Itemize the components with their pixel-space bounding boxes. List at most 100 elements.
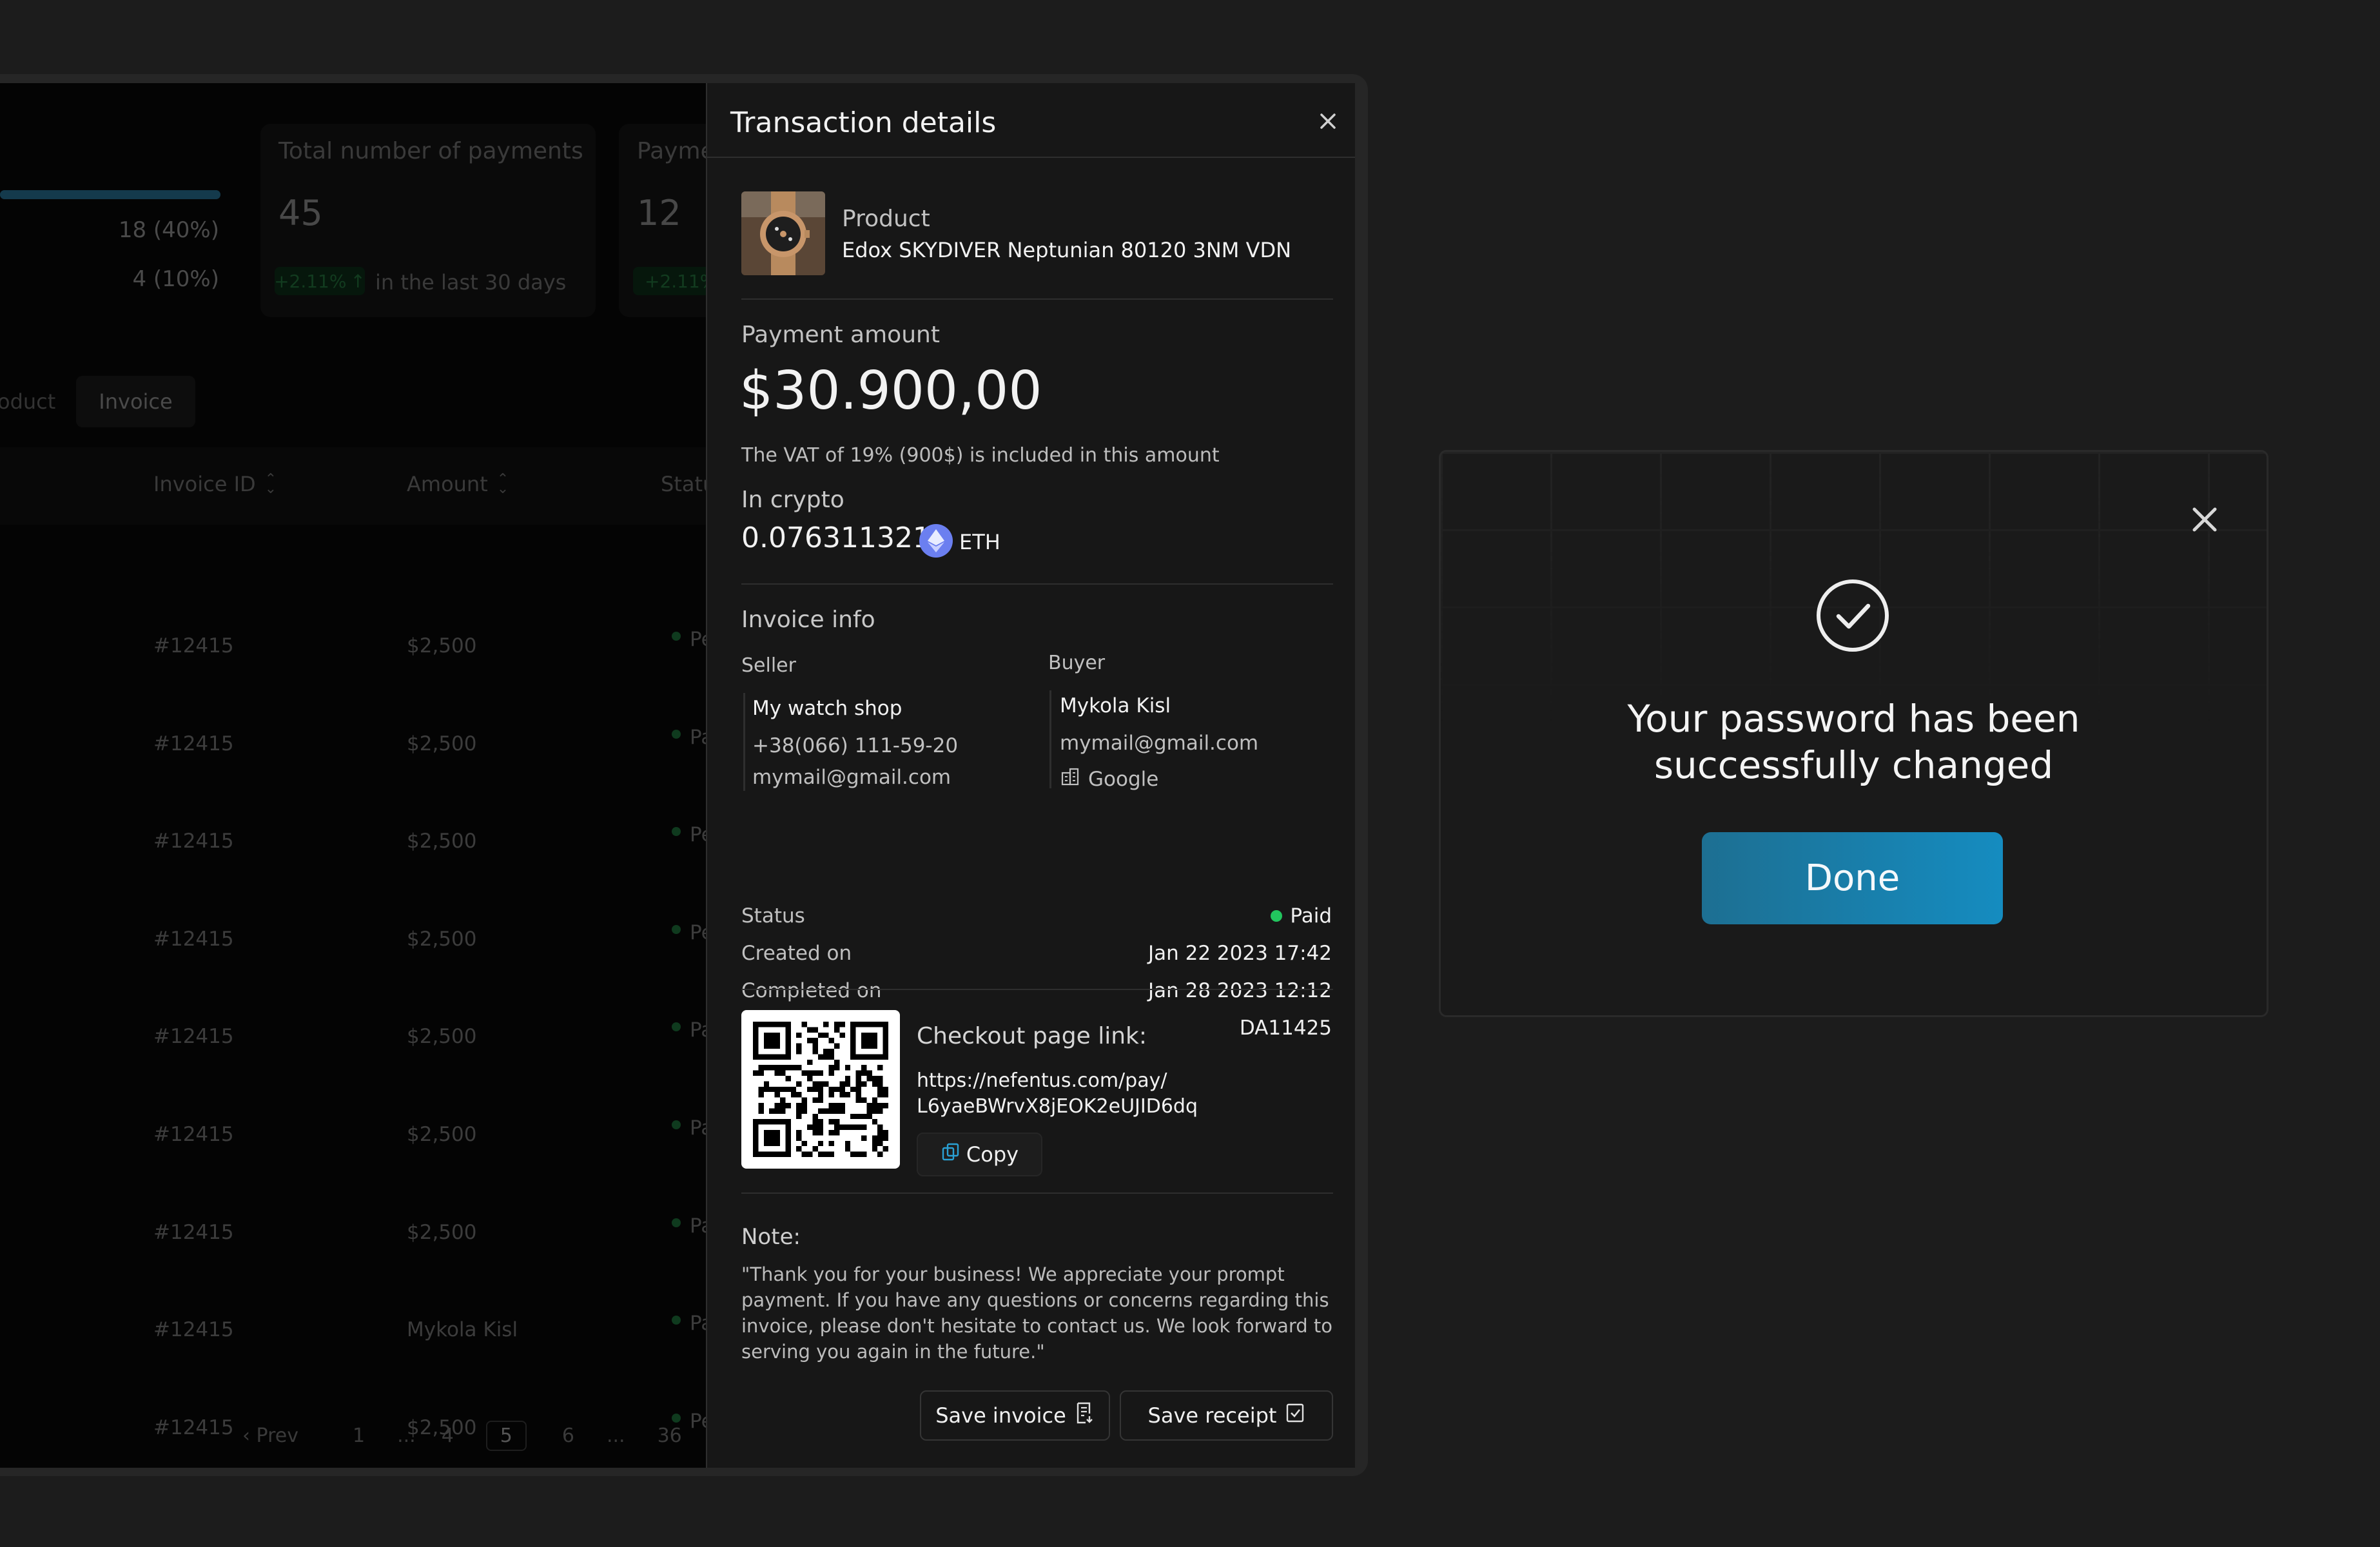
sort-icon: ⌃ ⌄ bbox=[264, 471, 277, 497]
divider bbox=[741, 989, 1333, 990]
eth-icon bbox=[919, 524, 953, 558]
close-icon[interactable] bbox=[1315, 108, 1341, 134]
crypto-label: In crypto bbox=[741, 487, 844, 513]
success-check-icon bbox=[1815, 578, 1890, 653]
status-dot bbox=[672, 632, 681, 641]
status-dot bbox=[672, 730, 681, 739]
column-header-invoice-id[interactable]: Invoice ID ⌃ ⌄ bbox=[153, 472, 277, 496]
detail-value-text: Jan 28 2023 12:12 bbox=[1147, 979, 1332, 1002]
stat-card-2-badge: +2.11% bbox=[633, 267, 717, 295]
building-icon bbox=[1060, 766, 1080, 792]
copy-icon bbox=[941, 1142, 961, 1167]
vat-note: The VAT of 19% (900$) is included in thi… bbox=[741, 444, 1220, 467]
invoice-icon bbox=[1075, 1402, 1095, 1429]
table-row[interactable]: #12415 $2,500 Pe bbox=[0, 628, 714, 660]
progress-bar bbox=[0, 190, 220, 199]
stat-change-badge: +2.11% ↑ bbox=[274, 267, 366, 295]
save-invoice-button[interactable]: Save invoice bbox=[920, 1390, 1110, 1441]
detail-value: DA11425 bbox=[1240, 1017, 1332, 1040]
close-icon[interactable] bbox=[2182, 497, 2227, 542]
pagination-page[interactable]: 36 bbox=[658, 1425, 682, 1447]
pagination-prev[interactable]: ‹ Prev bbox=[242, 1425, 298, 1447]
invoice-id-cell: #12415 bbox=[153, 732, 234, 755]
amount-cell: $2,500 bbox=[407, 928, 477, 951]
save-receipt-label: Save receipt bbox=[1147, 1403, 1277, 1428]
buyer-block bbox=[1049, 690, 1051, 788]
invoice-id-cell: #12415 bbox=[153, 1221, 234, 1244]
seller-name: My watch shop bbox=[752, 697, 902, 720]
invoice-id-cell: #12415 bbox=[153, 1123, 234, 1146]
detail-value: Jan 22 2023 17:42 bbox=[1148, 942, 1332, 965]
receipt-check-icon bbox=[1285, 1403, 1305, 1428]
table-header bbox=[0, 447, 709, 525]
detail-value-text: Paid bbox=[1290, 904, 1332, 928]
divider bbox=[741, 298, 1333, 300]
status-dot bbox=[672, 1022, 681, 1031]
buyer-company: Google bbox=[1060, 766, 1158, 792]
drawer-header: Transaction details bbox=[707, 83, 1355, 158]
checkout-label: Checkout page link: bbox=[917, 1023, 1147, 1049]
detail-label: Created on bbox=[741, 942, 852, 965]
table-row[interactable]: #12415 $2,500 Pa bbox=[0, 1214, 713, 1247]
pagination-page[interactable]: 4 bbox=[442, 1425, 454, 1447]
detail-value-text: Jan 22 2023 17:42 bbox=[1147, 942, 1332, 965]
product-image bbox=[741, 191, 825, 275]
done-button[interactable]: Done bbox=[1702, 832, 2003, 924]
stat-change-value: +2.11% bbox=[274, 270, 347, 292]
pagination-prev-label: Prev bbox=[256, 1424, 298, 1447]
column-header-invoice-id-label: Invoice ID bbox=[153, 472, 256, 496]
stat-period: in the last 30 days bbox=[375, 270, 567, 295]
copy-button[interactable]: Copy bbox=[917, 1133, 1042, 1176]
modal-message: Your password has been successfully chan… bbox=[1441, 696, 2267, 788]
drawer-title: Transaction details bbox=[730, 106, 997, 139]
note-text: "Thank you for your business! We appreci… bbox=[741, 1263, 1333, 1363]
table-row[interactable]: #12415 $2,500 Pe bbox=[0, 823, 714, 855]
note-label: Note: bbox=[741, 1224, 801, 1250]
invoice-id-cell: #12415 bbox=[153, 1025, 234, 1048]
buyer-label: Buyer bbox=[1048, 652, 1106, 674]
filter-tab-product[interactable]: oduct bbox=[0, 389, 55, 414]
invoice-id-cell: #12415 bbox=[153, 1318, 234, 1341]
pagination-ellipsis: ... bbox=[606, 1424, 625, 1447]
invoice-info-label: Invoice info bbox=[741, 607, 875, 633]
table-row[interactable]: #12415 $2,500 Pa bbox=[0, 1116, 713, 1149]
modal-message-line-2: successfully changed bbox=[1653, 743, 2054, 787]
amount-cell: $2,500 bbox=[407, 732, 477, 755]
table-row[interactable]: #12415 $2,500 Pe bbox=[0, 921, 714, 953]
detail-value-text: DA11425 bbox=[1239, 1017, 1332, 1040]
qr-code bbox=[741, 1010, 900, 1169]
stat-row-1: 18 (40%) bbox=[118, 217, 219, 243]
status-dot bbox=[1271, 910, 1283, 922]
stat-row-2: 4 (10%) bbox=[132, 266, 219, 292]
amount-cell: $2,500 bbox=[407, 830, 477, 853]
checkout-link-line-2[interactable]: L6yaeBWrvX8jEOK2eUJID6dq bbox=[917, 1095, 1198, 1118]
sort-icon: ⌃ ⌄ bbox=[496, 471, 509, 497]
amount-cell: $2,500 bbox=[407, 1123, 477, 1146]
checkout-link-line-1[interactable]: https://nefentus.com/pay/ bbox=[917, 1069, 1167, 1092]
copy-label: Copy bbox=[966, 1142, 1019, 1167]
detail-value: Jan 28 2023 12:12 bbox=[1148, 979, 1332, 1002]
buyer-name: Mykola Kisl bbox=[1060, 694, 1171, 717]
invoice-id-cell: #12415 bbox=[153, 830, 234, 853]
app-window: 18 (40%) 4 (10%) Total number of payment… bbox=[0, 74, 1368, 1476]
pagination-pages: 1... 4 5 6... 36 bbox=[353, 1420, 682, 1451]
pagination-page[interactable]: 5 bbox=[485, 1420, 527, 1451]
column-header-amount[interactable]: Amount ⌃ ⌄ bbox=[407, 472, 509, 496]
seller-email: mymail@gmail.com bbox=[752, 766, 951, 789]
amount-cell: $2,500 bbox=[407, 1221, 477, 1244]
table-row[interactable]: #12415 $2,500 Pa bbox=[0, 1018, 713, 1051]
arrow-up-icon: ↑ bbox=[350, 270, 366, 292]
column-header-amount-label: Amount bbox=[407, 472, 488, 496]
transaction-details-drawer: Transaction details Product Edox SKYDIVE… bbox=[706, 83, 1355, 1468]
invoice-id-cell: #12415 bbox=[153, 928, 234, 951]
crypto-currency: ETH bbox=[959, 530, 1000, 554]
save-receipt-button[interactable]: Save receipt bbox=[1120, 1390, 1333, 1441]
pagination-page[interactable]: 1 bbox=[353, 1425, 365, 1447]
stat-card-2-value: 12 bbox=[637, 193, 681, 233]
product-name: Edox SKYDIVER Neptunian 80120 3NM VDN bbox=[842, 238, 1292, 262]
table-row[interactable]: #12415 $2,500 Pa bbox=[0, 726, 713, 758]
table-row[interactable]: #12415 Mykola Kisl Pa bbox=[0, 1312, 713, 1344]
stat-card-title: Total number of payments bbox=[278, 138, 583, 164]
pagination-page[interactable]: 6 bbox=[562, 1425, 574, 1447]
filter-tab-invoice[interactable]: Invoice bbox=[76, 376, 195, 427]
